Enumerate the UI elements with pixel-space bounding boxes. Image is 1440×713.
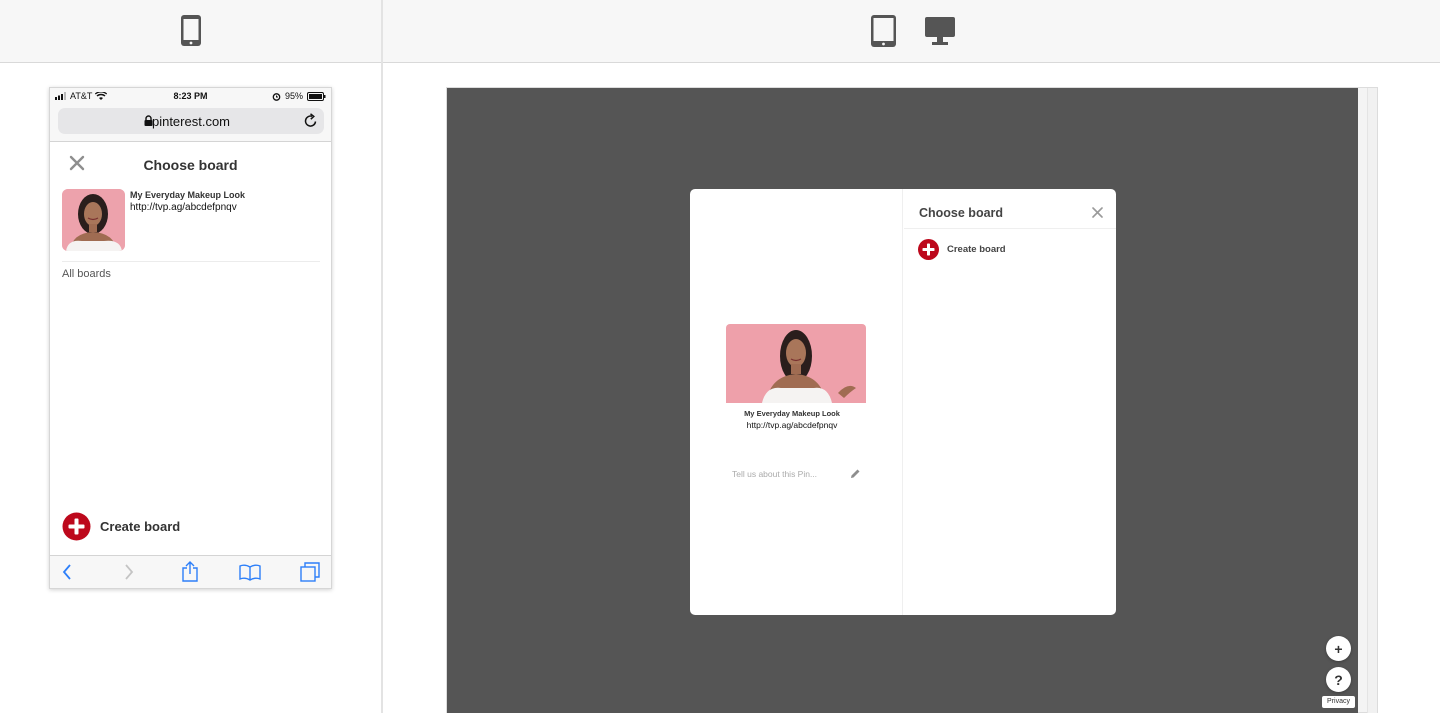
create-board-label: Create board	[947, 244, 1006, 255]
choose-board-title: Choose board	[143, 157, 238, 173]
desktop-icon[interactable]	[924, 16, 956, 46]
tablet-icon[interactable]	[870, 14, 897, 48]
safari-address-bar: pinterest.com	[50, 106, 331, 142]
add-button[interactable]: +	[1326, 636, 1351, 661]
url-field[interactable]: pinterest.com	[58, 108, 324, 134]
scrollbar[interactable]	[1367, 88, 1377, 713]
ios-status-bar: AT&T 8:23 PM 95%	[50, 88, 331, 106]
pin-title: My Everyday Makeup Look	[744, 409, 840, 418]
alarm-icon	[272, 92, 281, 101]
help-button[interactable]: ?	[1326, 667, 1351, 692]
back-icon[interactable]	[61, 563, 73, 581]
create-board-label: Create board	[100, 519, 181, 534]
battery-icon	[307, 91, 326, 101]
mobile-preview: AT&T 8:23 PM 95% pinterest.com Choose bo…	[49, 87, 332, 589]
tabs-icon[interactable]	[300, 562, 320, 582]
privacy-link[interactable]: Privacy	[1322, 696, 1355, 708]
close-icon[interactable]	[1092, 207, 1103, 218]
header-divider	[904, 228, 1116, 229]
pin-url: http://tvp.ag/abcdefpnqv	[746, 420, 838, 430]
pin-url: http://tvp.ag/abcdefpnqv	[130, 202, 237, 213]
choose-board-title: Choose board	[919, 206, 1004, 220]
pin-title: My Everyday Makeup Look	[130, 190, 246, 200]
plus-circle-icon	[62, 512, 91, 541]
safari-toolbar	[50, 555, 331, 588]
battery-percent: 95%	[284, 91, 303, 101]
pencil-icon[interactable]	[850, 468, 861, 479]
create-board-button[interactable]: Create board	[918, 239, 1006, 260]
reload-icon[interactable]	[304, 113, 318, 128]
device-toggle-bar	[0, 0, 1440, 63]
choose-board-modal: My Everyday Makeup Look http://tvp.ag/ab…	[690, 189, 1116, 615]
pin-image	[726, 324, 866, 403]
pin-thumbnail	[62, 189, 125, 251]
pin-preview-panel: My Everyday Makeup Look http://tvp.ag/ab…	[690, 189, 903, 615]
phone-icon[interactable]	[180, 14, 202, 48]
forward-icon[interactable]	[123, 563, 135, 581]
plus-circle-icon	[918, 239, 939, 260]
all-boards-label: All boards	[62, 268, 111, 280]
url-text: pinterest.com	[151, 114, 231, 129]
bookmarks-icon[interactable]	[239, 564, 261, 581]
panel-divider	[381, 0, 383, 713]
create-board-button[interactable]: Create board	[62, 512, 180, 541]
share-icon[interactable]	[181, 561, 199, 582]
divider	[62, 261, 320, 262]
pin-description-input[interactable]: Tell us about this Pin...	[732, 469, 817, 479]
